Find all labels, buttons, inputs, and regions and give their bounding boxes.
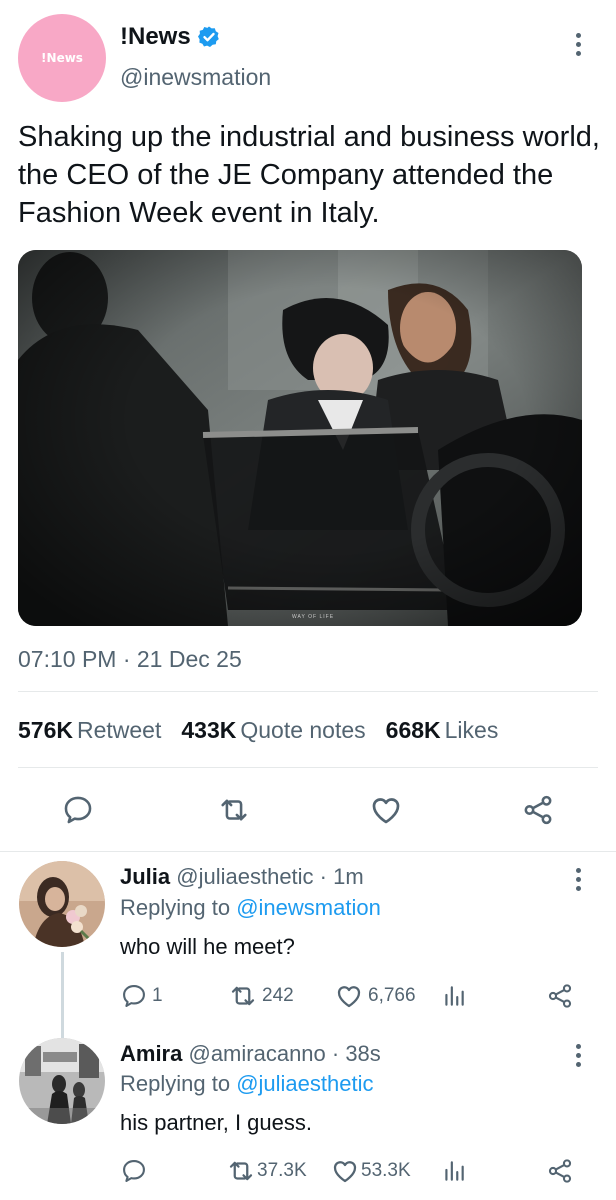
reply-avatar[interactable] bbox=[19, 1038, 105, 1124]
reply-button[interactable] bbox=[48, 780, 108, 840]
quotes-count: 433K bbox=[181, 717, 237, 743]
reply-handle-time: @juliaesthetic · 1m bbox=[176, 864, 364, 889]
retweets-stat[interactable]: 576K Retweet bbox=[18, 717, 161, 744]
avatar-photo bbox=[19, 861, 105, 947]
retweets-label: Retweet bbox=[76, 717, 162, 743]
more-vertical-icon[interactable] bbox=[572, 1044, 584, 1067]
retweet-button[interactable] bbox=[204, 780, 264, 840]
reply-header[interactable]: Amira @amiracanno · 38s bbox=[120, 1041, 381, 1067]
replying-to: Replying to @juliaesthetic bbox=[120, 1071, 373, 1097]
photo-watermark: WAY OF LIFE bbox=[292, 614, 335, 620]
reply-share-button[interactable] bbox=[546, 980, 574, 1012]
reply-like-button[interactable]: 6,766 bbox=[334, 980, 416, 1012]
likes-count: 668K bbox=[385, 717, 441, 743]
replying-to: Replying to @inewsmation bbox=[120, 895, 381, 921]
replying-to-prefix: Replying to bbox=[120, 1071, 237, 1096]
reply-analytics-button[interactable] bbox=[441, 1155, 467, 1187]
likes-label: Likes bbox=[444, 717, 499, 743]
divider bbox=[18, 767, 598, 768]
share-icon bbox=[548, 984, 572, 1008]
tweet-photo[interactable]: WAY OF LIFE bbox=[18, 250, 582, 626]
analytics-bars-icon bbox=[445, 1161, 464, 1181]
reply-analytics-button[interactable] bbox=[441, 980, 467, 1012]
reply-bubble-icon bbox=[123, 1160, 145, 1182]
retweet-count: 242 bbox=[262, 985, 294, 1006]
avatar-photo bbox=[19, 1038, 105, 1124]
share-button[interactable] bbox=[508, 780, 568, 840]
more-vertical-icon[interactable] bbox=[572, 33, 584, 56]
reply-reply-button[interactable] bbox=[120, 1155, 152, 1187]
replying-to-link[interactable]: @juliaesthetic bbox=[236, 1071, 373, 1096]
author-handle[interactable]: @inewsmation bbox=[120, 64, 271, 91]
display-name: !News bbox=[120, 23, 191, 50]
replying-to-link[interactable]: @inewsmation bbox=[236, 895, 381, 920]
reply-reply-button[interactable]: 1 bbox=[120, 980, 163, 1012]
reply-text: who will he meet? bbox=[120, 934, 295, 959]
verified-badge-icon bbox=[197, 26, 219, 47]
reply-count: 1 bbox=[152, 985, 163, 1006]
tweet-action-bar bbox=[0, 780, 616, 840]
share-icon bbox=[524, 795, 552, 825]
engagement-stats: 576K Retweet 433K Quote notes 668K Likes bbox=[18, 717, 498, 744]
like-count: 53.3K bbox=[361, 1160, 411, 1181]
quotes-stat[interactable]: 433K Quote notes bbox=[181, 717, 365, 744]
like-count: 6,766 bbox=[368, 985, 416, 1006]
tweet-timestamp[interactable]: 07:10 PM · 21 Dec 25 bbox=[18, 646, 242, 673]
share-icon bbox=[548, 1159, 572, 1183]
retweet-count: 37.3K bbox=[257, 1160, 307, 1181]
reply-bubble-icon bbox=[64, 796, 92, 824]
divider bbox=[0, 851, 616, 852]
author-name-row[interactable]: !News bbox=[120, 23, 221, 51]
retweets-count: 576K bbox=[18, 717, 73, 743]
heart-icon bbox=[333, 1161, 357, 1183]
retweet-icon bbox=[229, 1161, 253, 1181]
reply-handle-time: @amiracanno · 38s bbox=[188, 1041, 381, 1066]
replying-to-prefix: Replying to bbox=[120, 895, 237, 920]
reply-author-name: Amira bbox=[120, 1041, 183, 1066]
retweet-icon bbox=[231, 986, 255, 1006]
reply-action-bar: 37.3K 53.3K bbox=[0, 1155, 616, 1187]
reply-avatar[interactable] bbox=[19, 861, 105, 947]
retweet-icon bbox=[221, 799, 247, 821]
heart-icon bbox=[372, 798, 400, 824]
divider bbox=[18, 691, 598, 692]
more-vertical-icon[interactable] bbox=[572, 868, 584, 891]
reply-action-bar: 1 242 6,766 bbox=[0, 980, 616, 1012]
reply-share-button[interactable] bbox=[546, 1155, 574, 1187]
photo-scene bbox=[18, 250, 582, 626]
heart-icon bbox=[337, 986, 361, 1008]
reply-author-name: Julia bbox=[120, 864, 171, 889]
analytics-bars-icon bbox=[445, 986, 464, 1006]
reply-like-button[interactable]: 53.3K bbox=[330, 1155, 411, 1187]
reply-retweet-button[interactable]: 242 bbox=[228, 980, 294, 1012]
likes-stat[interactable]: 668K Likes bbox=[386, 717, 499, 744]
reply-text: his partner, I guess. bbox=[120, 1110, 312, 1135]
reply-bubble-icon bbox=[123, 985, 145, 1007]
tweet-text: Shaking up the industrial and business w… bbox=[18, 121, 600, 229]
reply-retweet-button[interactable]: 37.3K bbox=[226, 1155, 307, 1187]
quotes-label: Quote notes bbox=[240, 717, 366, 743]
like-button[interactable] bbox=[356, 780, 416, 840]
reply-header[interactable]: Julia @juliaesthetic · 1m bbox=[120, 864, 364, 890]
avatar-label: !News bbox=[41, 51, 83, 65]
avatar[interactable]: !News bbox=[18, 14, 106, 102]
